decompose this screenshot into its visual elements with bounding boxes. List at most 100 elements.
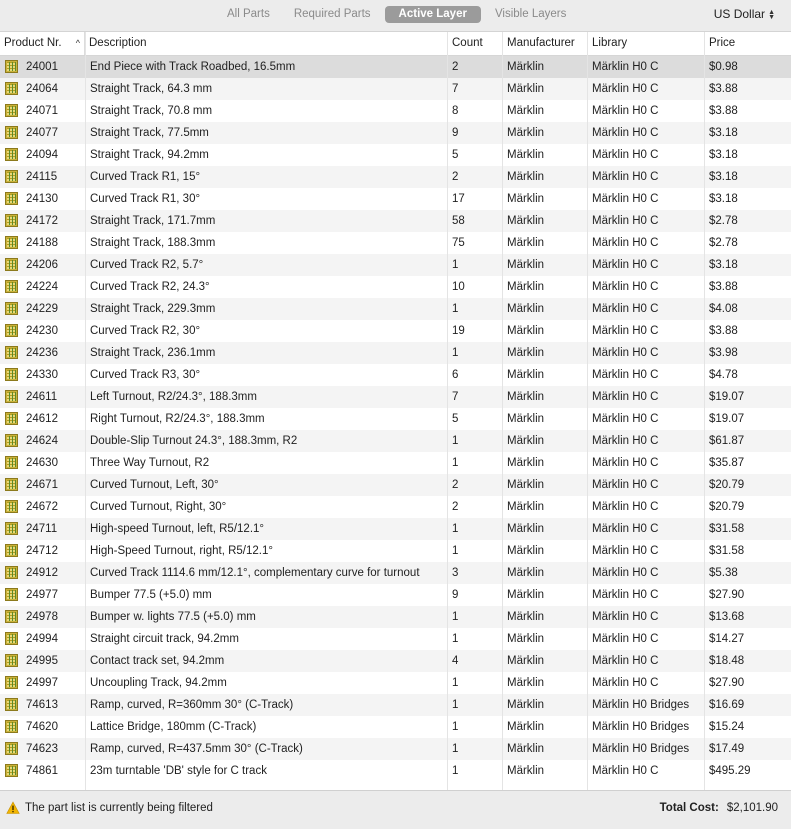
table-row[interactable]: 24188 Straight Track, 188.3mm 75 Märklin Mär… — [0, 232, 791, 254]
table-row[interactable]: 24611 Left Turnout, R2/24.3°, 188.3mm 7 Mär… — [0, 386, 791, 408]
table-row[interactable]: 24711 High-speed Turnout, left, R5/12.1° 1… — [0, 518, 791, 540]
cell-library: Märklin H0 C — [592, 369, 659, 381]
cell-manufacturer: Märklin — [507, 325, 545, 337]
table-row[interactable]: 24630 Three Way Turnout, R2 1 Märklin Märkli… — [0, 452, 791, 474]
column-header-library[interactable]: Library — [588, 32, 705, 55]
cell-manufacturer: Märklin — [507, 127, 545, 139]
cell-price: $5.38 — [709, 567, 738, 579]
cell-library: Märklin H0 C — [592, 391, 659, 403]
cell-price: $19.07 — [709, 413, 745, 425]
column-header-label: Library — [592, 37, 628, 49]
table-row[interactable]: 24071 Straight Track, 70.8 mm 8 Märklin Märk… — [0, 100, 791, 122]
cell-description: Uncoupling Track, 94.2mm — [90, 677, 227, 689]
cell-product-nr: 24912 — [26, 567, 58, 579]
cell-price: $495.29 — [709, 765, 751, 777]
table-row[interactable]: 74620 Lattice Bridge, 180mm (C-Track) 1 Mär… — [0, 716, 791, 738]
cell-price: $0.98 — [709, 61, 738, 73]
cell-price: $14.27 — [709, 633, 745, 645]
cell-price: $16.69 — [709, 699, 745, 711]
cell-product-nr: 24077 — [26, 127, 58, 139]
cell-description: Straight Track, 64.3 mm — [90, 83, 213, 95]
cell-description: Three Way Turnout, R2 — [90, 457, 210, 469]
cell-description: End Piece with Track Roadbed, 16.5mm — [90, 61, 296, 73]
parts-table-body[interactable]: 24001 End Piece with Track Roadbed, 16.5m… — [0, 56, 791, 790]
cell-description: Right Turnout, R2/24.3°, 188.3mm — [90, 413, 265, 425]
column-header-label: Price — [709, 37, 736, 49]
currency-value: US Dollar — [713, 7, 766, 21]
table-row[interactable]: 24330 Curved Track R3, 30° 6 Märklin Märklin… — [0, 364, 791, 386]
table-row[interactable]: 24229 Straight Track, 229.3mm 1 Märklin Märk… — [0, 298, 791, 320]
tab-required-parts[interactable]: Required Parts — [284, 6, 381, 23]
cell-manufacturer: Märklin — [507, 677, 545, 689]
column-header-price[interactable]: Price — [705, 32, 791, 55]
table-row[interactable]: 74861 23m turntable 'DB' style for C trac… — [0, 760, 791, 782]
table-row[interactable]: 24978 Bumper w. lights 77.5 (+5.0) mm 1 Mär… — [0, 606, 791, 628]
cell-price: $2.78 — [709, 215, 738, 227]
table-row[interactable]: 24712 High-Speed Turnout, right, R5/12.1°… — [0, 540, 791, 562]
table-row[interactable]: 24001 End Piece with Track Roadbed, 16.5m… — [0, 56, 791, 78]
tab-visible-layers[interactable]: Visible Layers — [485, 6, 576, 23]
cell-count: 1 — [452, 435, 459, 447]
cell-product-nr: 74613 — [26, 699, 58, 711]
table-row[interactable]: 24912 Curved Track 1114.6 mm/12.1°, compl… — [0, 562, 791, 584]
tab-active-layer[interactable]: Active Layer — [384, 6, 481, 23]
cell-price: $3.88 — [709, 83, 738, 95]
column-header-description[interactable]: Description — [85, 32, 448, 55]
tab-all-parts[interactable]: All Parts — [217, 6, 280, 23]
cell-description: Left Turnout, R2/24.3°, 188.3mm — [90, 391, 257, 403]
table-row[interactable]: 24206 Curved Track R2, 5.7° 1 Märklin Märkli… — [0, 254, 791, 276]
table-row[interactable]: 24115 Curved Track R1, 15° 2 Märklin Märklin… — [0, 166, 791, 188]
cell-description: Straight circuit track, 94.2mm — [90, 633, 239, 645]
cell-product-nr: 24236 — [26, 347, 58, 359]
cell-product-nr: 24978 — [26, 611, 58, 623]
cell-manufacturer: Märklin — [507, 149, 545, 161]
table-row[interactable]: 24997 Uncoupling Track, 94.2mm 1 Märklin Mär… — [0, 672, 791, 694]
cell-product-nr: 24064 — [26, 83, 58, 95]
table-row[interactable]: 24094 Straight Track, 94.2mm 5 Märklin Märkl… — [0, 144, 791, 166]
cell-description: Curved Track R1, 15° — [90, 171, 201, 183]
filter-segmented-control: All Parts Required Parts Active Layer Vi… — [217, 6, 580, 23]
table-row[interactable]: 24994 Straight circuit track, 94.2mm 1 Märk… — [0, 628, 791, 650]
currency-select[interactable]: US Dollar ▲ ▼ — [714, 6, 775, 23]
cell-manufacturer: Märklin — [507, 743, 545, 755]
cell-manufacturer: Märklin — [507, 501, 545, 513]
cell-description: Straight Track, 94.2mm — [90, 149, 209, 161]
table-row[interactable]: 24130 Curved Track R1, 30° 17 Märklin Märkli… — [0, 188, 791, 210]
cell-description: High-speed Turnout, left, R5/12.1° — [90, 523, 265, 535]
column-header-count[interactable]: Count — [448, 32, 503, 55]
cell-manufacturer: Märklin — [507, 171, 545, 183]
cell-library: Märklin H0 Bridges — [592, 743, 690, 755]
table-row[interactable]: 74613 Ramp, curved, R=360mm 30° (C-Track)… — [0, 694, 791, 716]
cell-description: Straight Track, 188.3mm — [90, 237, 216, 249]
cell-library: Märklin H0 C — [592, 545, 659, 557]
cell-product-nr: 24672 — [26, 501, 58, 513]
table-row[interactable]: 24077 Straight Track, 77.5mm 9 Märklin Märkl… — [0, 122, 791, 144]
cell-product-nr: 24130 — [26, 193, 58, 205]
table-row[interactable]: 24995 Contact track set, 94.2mm 4 Märklin Mä… — [0, 650, 791, 672]
table-row[interactable]: 24671 Curved Turnout, Left, 30° 2 Märklin Mä… — [0, 474, 791, 496]
cell-count: 2 — [452, 501, 459, 513]
table-row[interactable]: 74623 Ramp, curved, R=437.5mm 30° (C-Trac… — [0, 738, 791, 760]
table-row[interactable]: 24624 Double-Slip Turnout 24.3°, 188.3mm,… — [0, 430, 791, 452]
cell-manufacturer: Märklin — [507, 435, 545, 447]
table-row[interactable]: 24672 Curved Turnout, Right, 30° 2 Märklin M… — [0, 496, 791, 518]
table-row[interactable]: 24977 Bumper 77.5 (+5.0) mm 9 Märklin Märkli… — [0, 584, 791, 606]
cell-manufacturer: Märklin — [507, 457, 545, 469]
cell-library: Märklin H0 C — [592, 479, 659, 491]
cell-product-nr: 24997 — [26, 677, 58, 689]
cell-count: 9 — [452, 589, 459, 601]
column-header-manufacturer[interactable]: Manufacturer — [503, 32, 588, 55]
cell-manufacturer: Märklin — [507, 765, 545, 777]
table-row[interactable]: 24172 Straight Track, 171.7mm 58 Märklin Mär… — [0, 210, 791, 232]
column-header-label: Manufacturer — [507, 37, 575, 49]
table-row[interactable]: 24230 Curved Track R2, 30° 19 Märklin Märkli… — [0, 320, 791, 342]
cell-product-nr: 24115 — [26, 171, 58, 183]
column-header-product-nr[interactable]: Product Nr. ^ — [0, 32, 85, 55]
table-row[interactable]: 24612 Right Turnout, R2/24.3°, 188.3mm 5 Mä… — [0, 408, 791, 430]
table-row[interactable]: 24236 Straight Track, 236.1mm 1 Märklin Märk… — [0, 342, 791, 364]
cell-count: 1 — [452, 677, 459, 689]
cell-count: 5 — [452, 149, 459, 161]
cell-count: 8 — [452, 105, 459, 117]
table-row[interactable]: 24224 Curved Track R2, 24.3° 10 Märklin Märk… — [0, 276, 791, 298]
table-row[interactable]: 24064 Straight Track, 64.3 mm 7 Märklin Märk… — [0, 78, 791, 100]
